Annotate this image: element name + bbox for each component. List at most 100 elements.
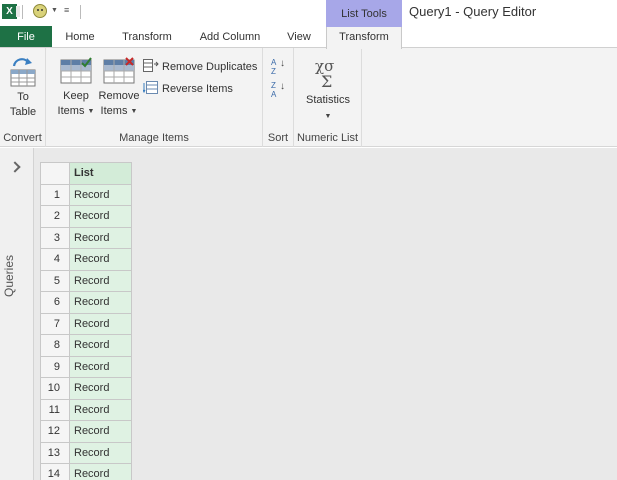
ribbon-group-sort: A Z ↓ Z A ↓ Sort <box>263 48 294 147</box>
record-cell[interactable]: Record <box>69 291 132 314</box>
record-cell[interactable]: Record <box>69 398 132 421</box>
title-bar: X ▼ ≡ List Tools Query1 - Query Editor <box>0 0 617 26</box>
sort-ascending-button[interactable]: A Z ↓ <box>269 57 289 77</box>
row-number[interactable]: 4 <box>40 248 70 271</box>
group-label-manage-items: Manage Items <box>119 132 189 144</box>
tab-file[interactable]: File <box>0 26 52 48</box>
svg-text:Σ: Σ <box>321 72 332 89</box>
row-number[interactable]: 1 <box>40 183 70 206</box>
statistics-button[interactable]: χσ Σ Statistics ▼ <box>300 57 356 126</box>
table-row[interactable]: 5 Record <box>40 269 132 292</box>
remove-items-button[interactable]: Remove Items ▼ <box>96 57 142 119</box>
statistics-dropdown-icon: ▼ <box>324 113 332 120</box>
record-cell[interactable]: Record <box>69 441 132 464</box>
record-cell[interactable]: Record <box>69 334 132 357</box>
row-number[interactable]: 2 <box>40 205 70 228</box>
statistics-icon: χσ Σ <box>315 57 334 89</box>
record-cell[interactable]: Record <box>69 377 132 400</box>
record-cell[interactable]: Record <box>69 226 132 249</box>
keep-items-button[interactable]: Keep Items ▼ <box>56 57 96 119</box>
keep-items-dropdown-icon: ▼ <box>87 108 95 115</box>
row-number[interactable]: 6 <box>40 291 70 314</box>
to-table-label-line1: To <box>17 91 29 103</box>
table-row[interactable]: 13 Record <box>40 441 132 464</box>
table-row[interactable]: 8 Record <box>40 334 132 357</box>
table-row[interactable]: 12 Record <box>40 420 132 443</box>
tab-view[interactable]: View <box>278 26 320 48</box>
remove-duplicates-label: Remove Duplicates <box>162 61 258 73</box>
ribbon-group-numeric-list: χσ Σ Statistics ▼ Numeric List <box>294 48 362 147</box>
tab-transform[interactable]: Transform <box>112 26 182 48</box>
quick-access-separator <box>22 5 23 19</box>
sort-asc-arrow-icon: ↓ <box>280 58 285 69</box>
row-number[interactable]: 3 <box>40 226 70 249</box>
group-label-sort: Sort <box>267 132 289 144</box>
table-row[interactable]: 2 Record <box>40 205 132 228</box>
customize-quick-access-icon[interactable]: ≡ <box>64 5 69 15</box>
tab-list-transform[interactable]: Transform <box>326 25 402 49</box>
remove-items-icon <box>103 57 135 84</box>
grid-corner-cell[interactable] <box>40 162 70 185</box>
remove-duplicates-icon <box>143 59 159 72</box>
tab-home[interactable]: Home <box>55 26 105 48</box>
group-label-numeric-list: Numeric List <box>296 132 359 144</box>
row-number[interactable]: 14 <box>40 463 70 480</box>
keep-items-label-line1: Keep <box>63 90 89 102</box>
ribbon-tab-row: File Home Transform Add Column View Tran… <box>0 25 617 49</box>
table-row[interactable]: 4 Record <box>40 248 132 271</box>
window-title: Query1 - Query Editor <box>409 4 537 19</box>
feedback-dropdown-arrow-icon[interactable]: ▼ <box>51 7 58 14</box>
reverse-items-icon <box>143 81 158 94</box>
table-row[interactable]: 9 Record <box>40 355 132 378</box>
statistics-label: Statistics <box>305 94 350 106</box>
reverse-items-button[interactable]: Reverse Items <box>143 80 233 98</box>
to-table-button[interactable]: To Table <box>2 56 44 120</box>
table-row[interactable]: 1 Record <box>40 183 132 206</box>
reverse-items-label: Reverse Items <box>162 83 233 95</box>
row-number[interactable]: 8 <box>40 334 70 357</box>
record-cell[interactable]: Record <box>69 312 132 335</box>
sort-descending-icon: Z A ↓ <box>269 80 289 100</box>
record-cell[interactable]: Record <box>69 205 132 228</box>
app-icon-letter: X <box>6 6 13 17</box>
ribbon-group-manage-items: Keep Items ▼ Remove Items ▼ Remove Dupli… <box>46 48 263 147</box>
row-number[interactable]: 11 <box>40 398 70 421</box>
row-number[interactable]: 10 <box>40 377 70 400</box>
table-row[interactable]: 14 Record <box>40 463 132 480</box>
table-row[interactable]: 6 Record <box>40 291 132 314</box>
table-row[interactable]: 3 Record <box>40 226 132 249</box>
record-cell[interactable]: Record <box>69 183 132 206</box>
excel-app-icon[interactable]: X <box>2 4 20 19</box>
record-cell[interactable]: Record <box>69 248 132 271</box>
remove-items-label-line2: Items <box>100 105 128 117</box>
sort-asc-top-letter: A <box>271 58 277 67</box>
row-number[interactable]: 13 <box>40 441 70 464</box>
chevron-right-icon[interactable] <box>9 161 21 173</box>
list-tools-context-label: List Tools <box>326 0 402 26</box>
row-number[interactable]: 7 <box>40 312 70 335</box>
record-cell[interactable]: Record <box>69 355 132 378</box>
queries-pane[interactable]: Queries <box>0 148 34 480</box>
row-number[interactable]: 9 <box>40 355 70 378</box>
sort-ascending-icon: A Z ↓ <box>269 57 289 77</box>
editor-content-area: Queries List 1 Record 2 Record 3 Record 4 Recor… <box>0 148 617 480</box>
remove-items-label-line1: Remove <box>98 90 140 102</box>
table-row[interactable]: 7 Record <box>40 312 132 335</box>
row-number[interactable]: 5 <box>40 269 70 292</box>
remove-duplicates-button[interactable]: Remove Duplicates <box>143 58 257 76</box>
record-cell[interactable]: Record <box>69 463 132 480</box>
table-row[interactable]: 10 Record <box>40 377 132 400</box>
sort-desc-bottom-letter: A <box>271 90 277 99</box>
feedback-smiley-icon[interactable] <box>33 4 47 18</box>
tab-add-column[interactable]: Add Column <box>190 26 270 48</box>
row-number[interactable]: 12 <box>40 420 70 443</box>
record-cell[interactable]: Record <box>69 420 132 443</box>
column-header-list[interactable]: List <box>69 162 132 185</box>
table-row[interactable]: 11 Record <box>40 398 132 421</box>
quick-access-separator <box>80 5 81 19</box>
sort-descending-button[interactable]: Z A ↓ <box>269 80 289 100</box>
remove-items-dropdown-icon: ▼ <box>130 108 138 115</box>
record-cell[interactable]: Record <box>69 269 132 292</box>
to-table-icon <box>10 58 36 87</box>
keep-items-label-line2: Items <box>57 105 85 117</box>
